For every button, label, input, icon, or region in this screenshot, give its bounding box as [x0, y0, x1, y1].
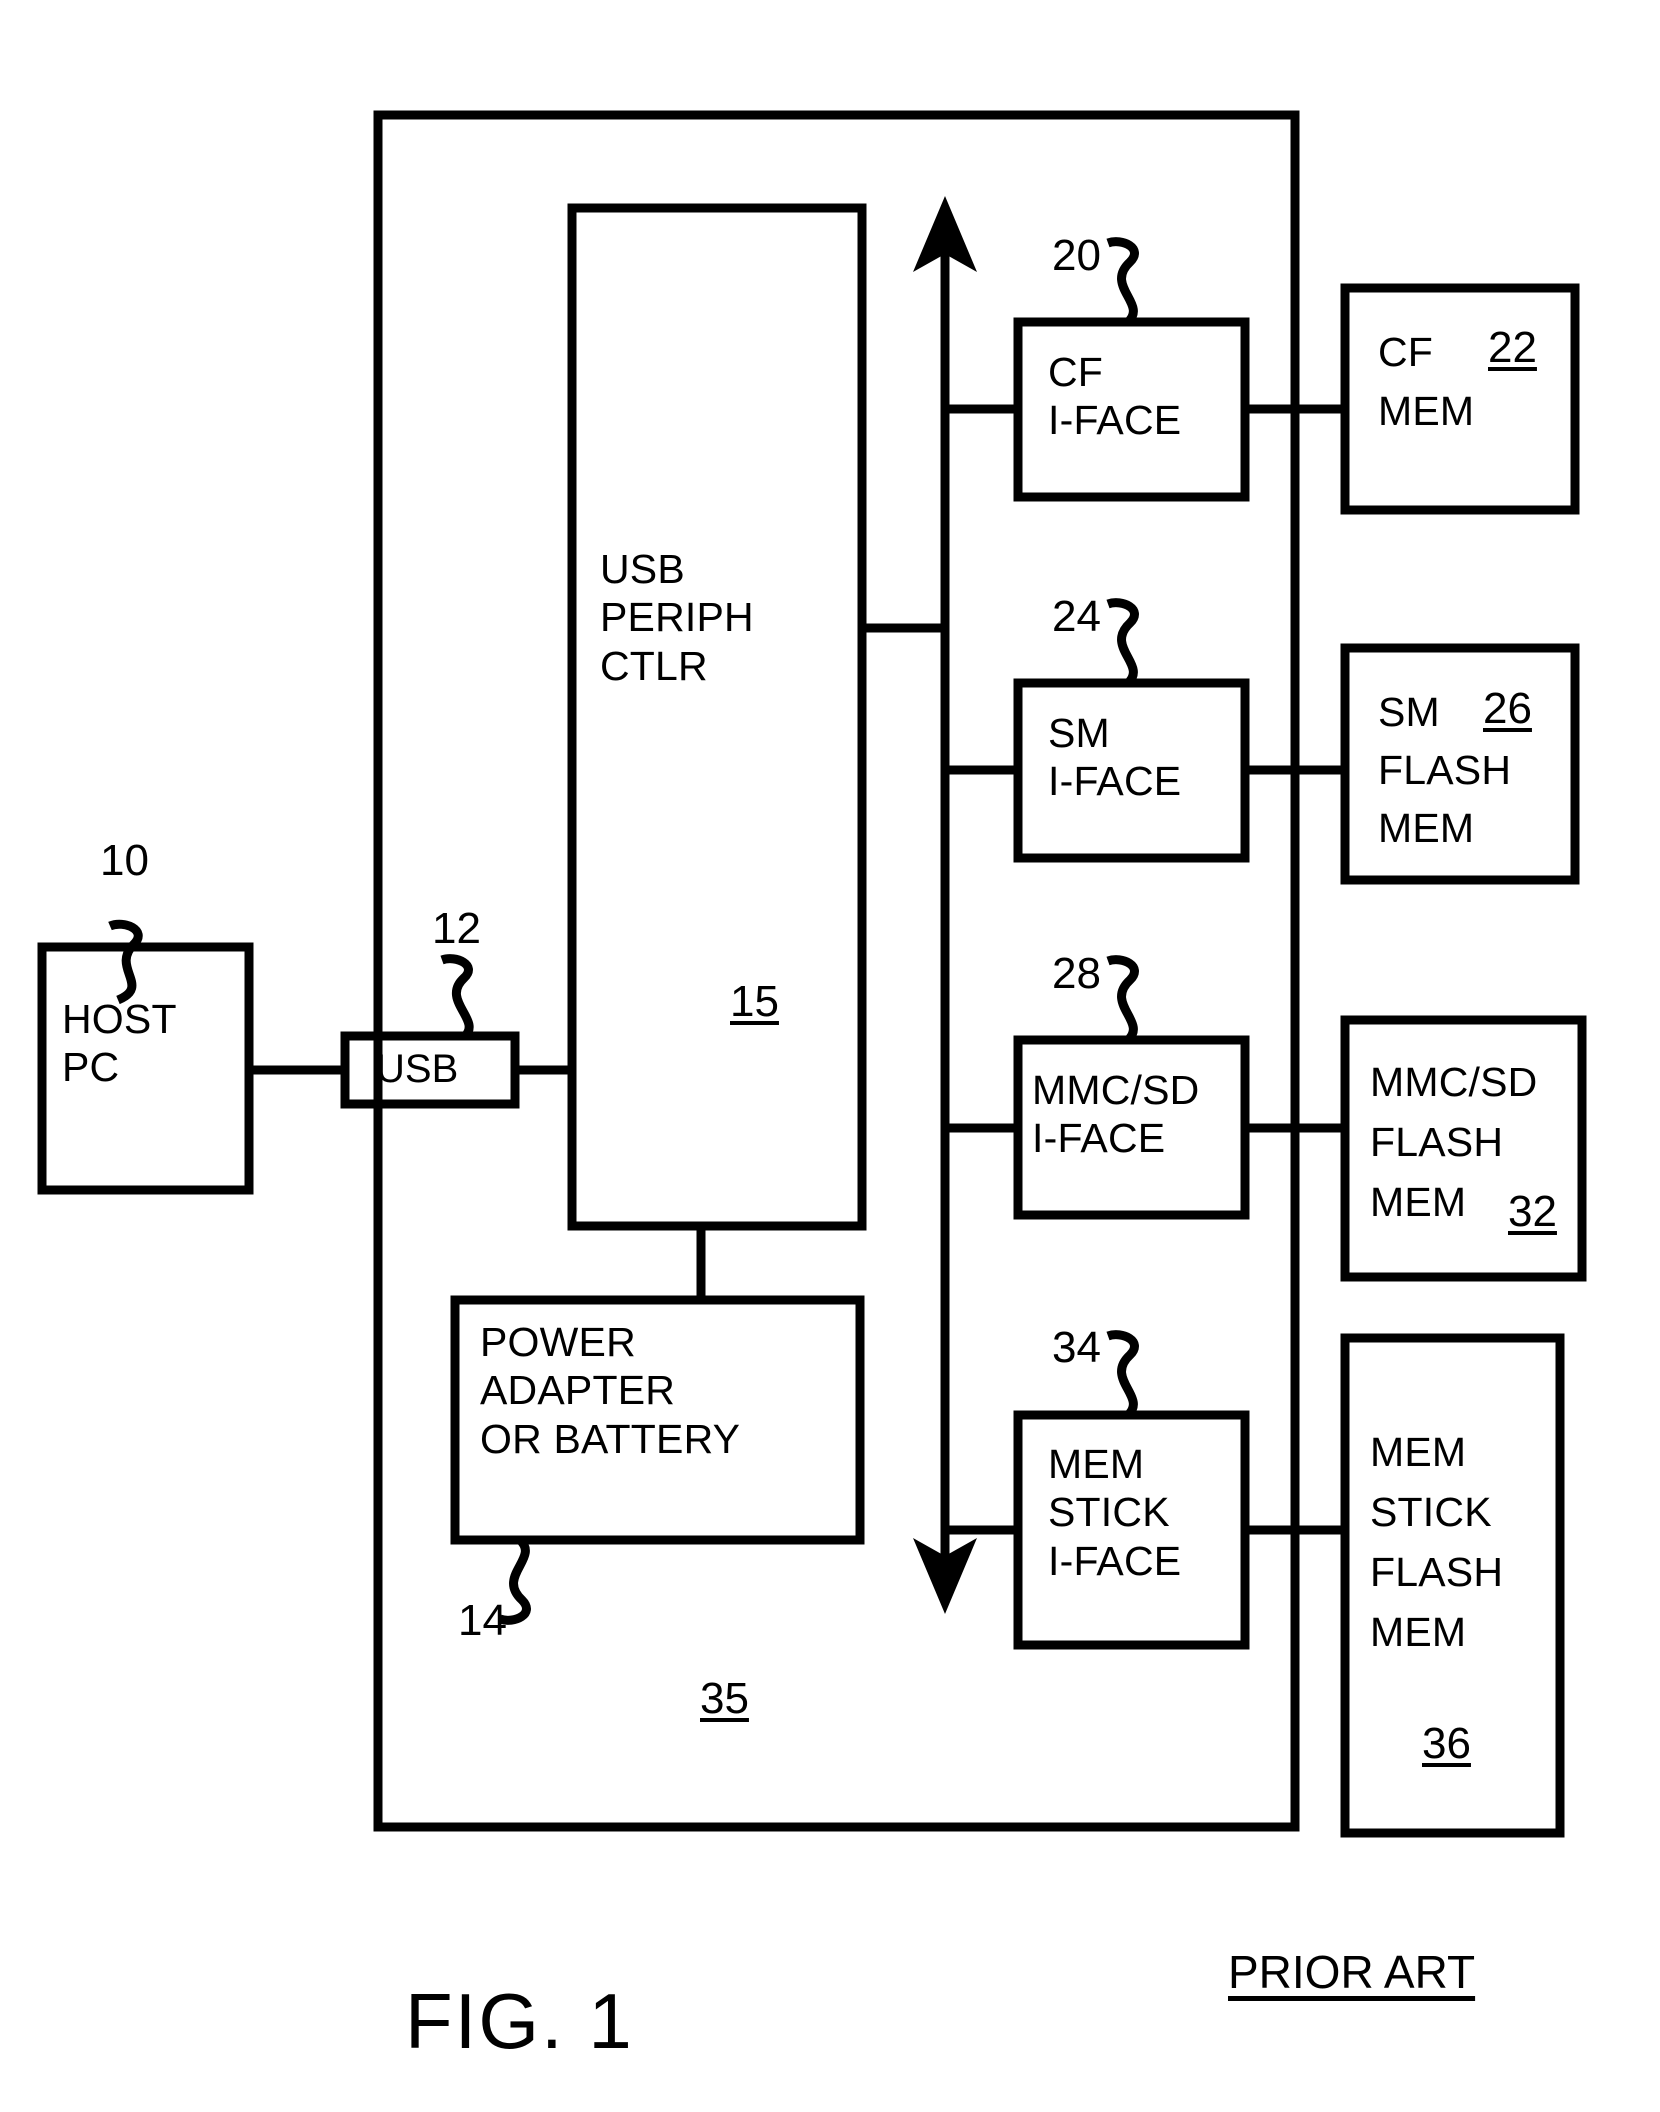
- power-adapter-label: POWER ADAPTER OR BATTERY: [480, 1319, 741, 1462]
- ref-24: 24: [1052, 592, 1101, 641]
- diagram-lines: [37, 110, 1587, 1838]
- cf-mem-label-line2: MEM: [1378, 388, 1475, 434]
- ref-20: 20: [1052, 231, 1101, 280]
- sm-flash-mem-label-line3: MEM: [1378, 805, 1475, 851]
- sm-iface-label: SM I-FACE: [1048, 710, 1182, 805]
- sm-flash-mem-label-line1: SM: [1378, 689, 1440, 735]
- prior-art-note: PRIOR ART: [1228, 1946, 1476, 1998]
- lead-28: [1106, 955, 1139, 1044]
- ref-36: 36: [1422, 1719, 1471, 1768]
- figure-title: FIG. 1: [405, 1977, 634, 2065]
- mmcsd-flash-mem-label-line3: MEM: [1370, 1179, 1467, 1225]
- ref-12: 12: [432, 904, 481, 953]
- ref-35: 35: [700, 1674, 749, 1723]
- mmcsd-iface-label: MMC/SD I-FACE: [1032, 1067, 1200, 1162]
- usb-connector-label: USB: [376, 1047, 459, 1091]
- cf-iface-label: CF I-FACE: [1048, 349, 1182, 444]
- bus-arrow-up-icon: [913, 196, 977, 272]
- ref-34: 34: [1052, 1323, 1101, 1372]
- lead-20: [1106, 237, 1139, 326]
- mmcsd-flash-mem-label-line2: FLASH: [1370, 1119, 1504, 1165]
- mem-stick-iface-label: MEM STICK I-FACE: [1048, 1441, 1182, 1584]
- host-pc-label: HOST PC: [62, 996, 177, 1091]
- ref-15: 15: [730, 977, 779, 1026]
- bus-arrow-down-icon: [913, 1538, 977, 1614]
- ref-22: 22: [1488, 323, 1537, 372]
- mem-stick-flash-mem-label-line1: MEM: [1370, 1429, 1467, 1475]
- ref-10: 10: [100, 836, 149, 885]
- lead-24: [1106, 598, 1139, 687]
- patent-figure: HOST PC 10 USB 12 USB PERIPH CTLR 15 POW…: [0, 0, 1660, 2112]
- mem-stick-flash-mem-label-line3: FLASH: [1370, 1549, 1504, 1595]
- mem-stick-flash-mem-label-line2: STICK: [1370, 1489, 1492, 1535]
- cf-mem-label-line1: CF: [1378, 329, 1434, 375]
- lead-34: [1106, 1330, 1139, 1419]
- lead-10: [108, 919, 143, 1005]
- ref-28: 28: [1052, 949, 1101, 998]
- ref-32: 32: [1508, 1187, 1557, 1236]
- usb-periph-ctlr-label: USB PERIPH CTLR: [600, 546, 754, 689]
- ref-26: 26: [1483, 684, 1532, 733]
- sm-flash-mem-label-line2: FLASH: [1378, 747, 1512, 793]
- mmcsd-flash-mem-label-line1: MMC/SD: [1370, 1059, 1538, 1105]
- usb-periph-ctlr-box: [567, 203, 867, 1231]
- lead-12: [440, 954, 474, 1040]
- mem-stick-flash-mem-label-line4: MEM: [1370, 1609, 1467, 1655]
- ref-14: 14: [458, 1596, 507, 1645]
